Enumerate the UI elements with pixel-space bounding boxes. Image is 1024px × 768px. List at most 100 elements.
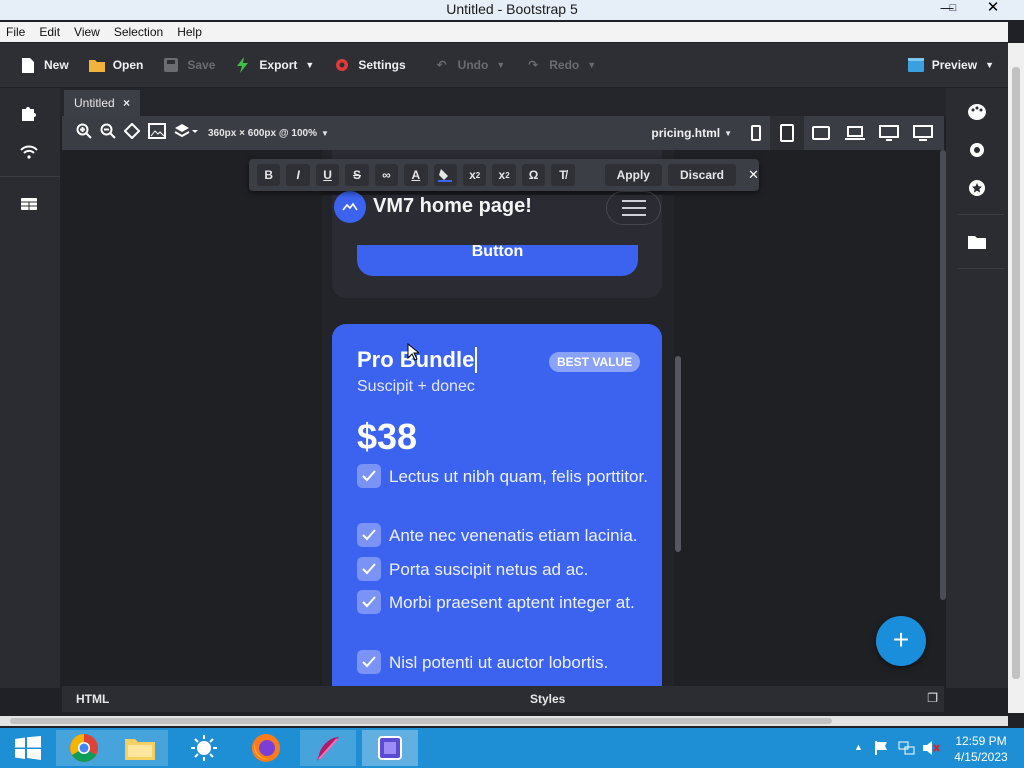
save-button[interactable]: Save	[153, 50, 225, 80]
phone-device-icon[interactable]	[742, 116, 770, 150]
undo-icon: ↶	[436, 58, 447, 72]
tablet-landscape-icon[interactable]	[804, 116, 838, 150]
chevron-down-icon: ▼	[305, 60, 315, 70]
star-icon[interactable]	[965, 176, 989, 200]
viewport-size-dropdown[interactable]: 360px × 600px @ 100%	[208, 128, 317, 139]
undo-button[interactable]: ↶ Undo ▼	[424, 50, 516, 80]
horizontal-scrollbar[interactable]	[0, 716, 1008, 726]
menu-selection[interactable]: Selection	[114, 25, 163, 39]
discard-button[interactable]: Discard	[667, 164, 737, 186]
add-fab-button[interactable]: +	[876, 616, 926, 666]
menu-help[interactable]: Help	[177, 25, 202, 39]
window-title: Untitled - Bootstrap 5	[446, 1, 578, 17]
tray-expand-icon[interactable]: ▲	[854, 742, 863, 752]
clear-format-icon[interactable]: T̸	[551, 164, 575, 186]
clock-date: 4/15/2023	[954, 750, 1008, 764]
brand-title[interactable]: VM7 home page!	[373, 195, 532, 218]
laptop-icon[interactable]	[838, 116, 872, 150]
save-icon	[163, 57, 179, 73]
tab-close-icon[interactable]: ×	[123, 96, 130, 110]
menu-edit[interactable]: Edit	[39, 25, 60, 39]
maximize-button[interactable]: □	[946, 0, 960, 18]
system-clock[interactable]: 12:59 PM 4/15/2023	[946, 733, 1016, 765]
firefox-icon[interactable]	[238, 730, 294, 766]
widescreen-icon[interactable]	[906, 116, 940, 150]
wifi-icon[interactable]	[17, 140, 41, 164]
tablet-device-icon[interactable]	[770, 116, 804, 150]
underline-button[interactable]: U	[315, 164, 340, 186]
start-windows-icon[interactable]	[0, 730, 56, 766]
chevron-down-icon: ▼	[321, 128, 329, 138]
styles-panel-tab[interactable]: Styles	[530, 692, 565, 706]
bootstrap-studio-icon[interactable]	[362, 730, 418, 766]
text-format-toolbar: B I U S ∞ A x2 x2 Ω T̸ Apply Discard ✕	[249, 159, 759, 191]
volume-muted-icon[interactable]	[922, 740, 940, 761]
close-toolbar-icon[interactable]: ✕	[748, 167, 759, 183]
fill-color-icon[interactable]	[433, 164, 457, 186]
italic-button[interactable]: I	[286, 164, 310, 186]
feature-item: Porta suscipit netus ad ac.	[389, 560, 589, 579]
layers-icon[interactable]	[174, 123, 198, 144]
network-icon[interactable]	[898, 740, 916, 761]
open-button[interactable]: Open	[79, 50, 154, 80]
left-sidebar	[0, 88, 60, 688]
weather-icon[interactable]	[176, 730, 232, 766]
new-button[interactable]: New	[10, 50, 79, 80]
image-icon[interactable]	[148, 122, 166, 144]
divider	[958, 214, 1004, 215]
file-explorer-icon[interactable]	[112, 730, 168, 766]
card-button[interactable]: Button	[357, 243, 638, 276]
check-icon	[357, 523, 381, 547]
close-window-button[interactable]: ✕	[978, 0, 1008, 18]
feature-item: Morbi praesent aptent integer at.	[389, 593, 635, 612]
lightning-icon	[235, 57, 251, 73]
canvas-scrollbar[interactable]	[940, 150, 946, 600]
rotate-icon[interactable]	[123, 122, 141, 144]
superscript-button[interactable]: x2	[492, 164, 516, 186]
table-icon[interactable]	[17, 192, 41, 216]
main-toolbar: New Open Save Export ▼ Settings ↶ Undo ▼…	[0, 43, 1008, 87]
desktop-icon[interactable]	[872, 116, 906, 150]
chrome-icon[interactable]	[56, 730, 112, 766]
menu-file[interactable]: File	[6, 25, 25, 39]
settings-button[interactable]: Settings	[324, 50, 415, 80]
check-icon	[357, 464, 381, 488]
brand-logo-icon[interactable]	[334, 191, 366, 223]
folder-icon	[88, 57, 105, 73]
strikethrough-button[interactable]: S	[345, 164, 369, 186]
menu-view[interactable]: View	[74, 25, 100, 39]
export-button[interactable]: Export ▼	[225, 50, 324, 80]
tab-strip	[60, 88, 946, 116]
palette-icon[interactable]	[965, 100, 989, 124]
subscript-button[interactable]: x2	[462, 164, 487, 186]
file-dropdown[interactable]: pricing.html	[651, 126, 720, 140]
apply-button[interactable]: Apply	[604, 164, 662, 186]
hamburger-menu-icon[interactable]	[606, 191, 661, 225]
feature-item: Nisl potenti ut auctor lobortis.	[389, 653, 609, 672]
divider	[958, 268, 1004, 269]
folder-icon[interactable]	[965, 230, 989, 254]
redo-icon: ↷	[528, 58, 539, 72]
preview-button[interactable]: Preview ▼	[898, 50, 1004, 80]
link-icon[interactable]: ∞	[374, 164, 399, 186]
html-panel-tab[interactable]: HTML	[76, 692, 109, 706]
view-toolbar: 360px × 600px @ 100% ▼ pricing.html ▼	[62, 116, 944, 150]
gear-icon[interactable]	[965, 138, 989, 162]
restore-panel-icon[interactable]: ❐	[927, 691, 938, 705]
puzzle-icon[interactable]	[17, 102, 41, 126]
preview-scrollbar[interactable]	[675, 356, 681, 552]
redo-label: Redo	[549, 58, 580, 72]
feather-app-icon[interactable]	[300, 730, 356, 766]
chevron-down-icon: ▼	[724, 128, 732, 138]
card-button-label: Button	[471, 243, 524, 260]
zoom-in-icon[interactable]	[76, 123, 92, 144]
window-scrollbar[interactable]	[1008, 43, 1024, 713]
redo-button[interactable]: ↷ Redo ▼	[515, 50, 606, 80]
zoom-out-icon[interactable]	[100, 123, 116, 144]
action-center-flag-icon[interactable]	[874, 740, 890, 761]
mouse-cursor-icon	[407, 342, 421, 366]
tab-untitled[interactable]: Untitled ×	[64, 90, 140, 116]
font-color-icon[interactable]: A	[404, 164, 428, 186]
omega-icon[interactable]: Ω	[521, 164, 546, 186]
bold-button[interactable]: B	[257, 164, 281, 186]
